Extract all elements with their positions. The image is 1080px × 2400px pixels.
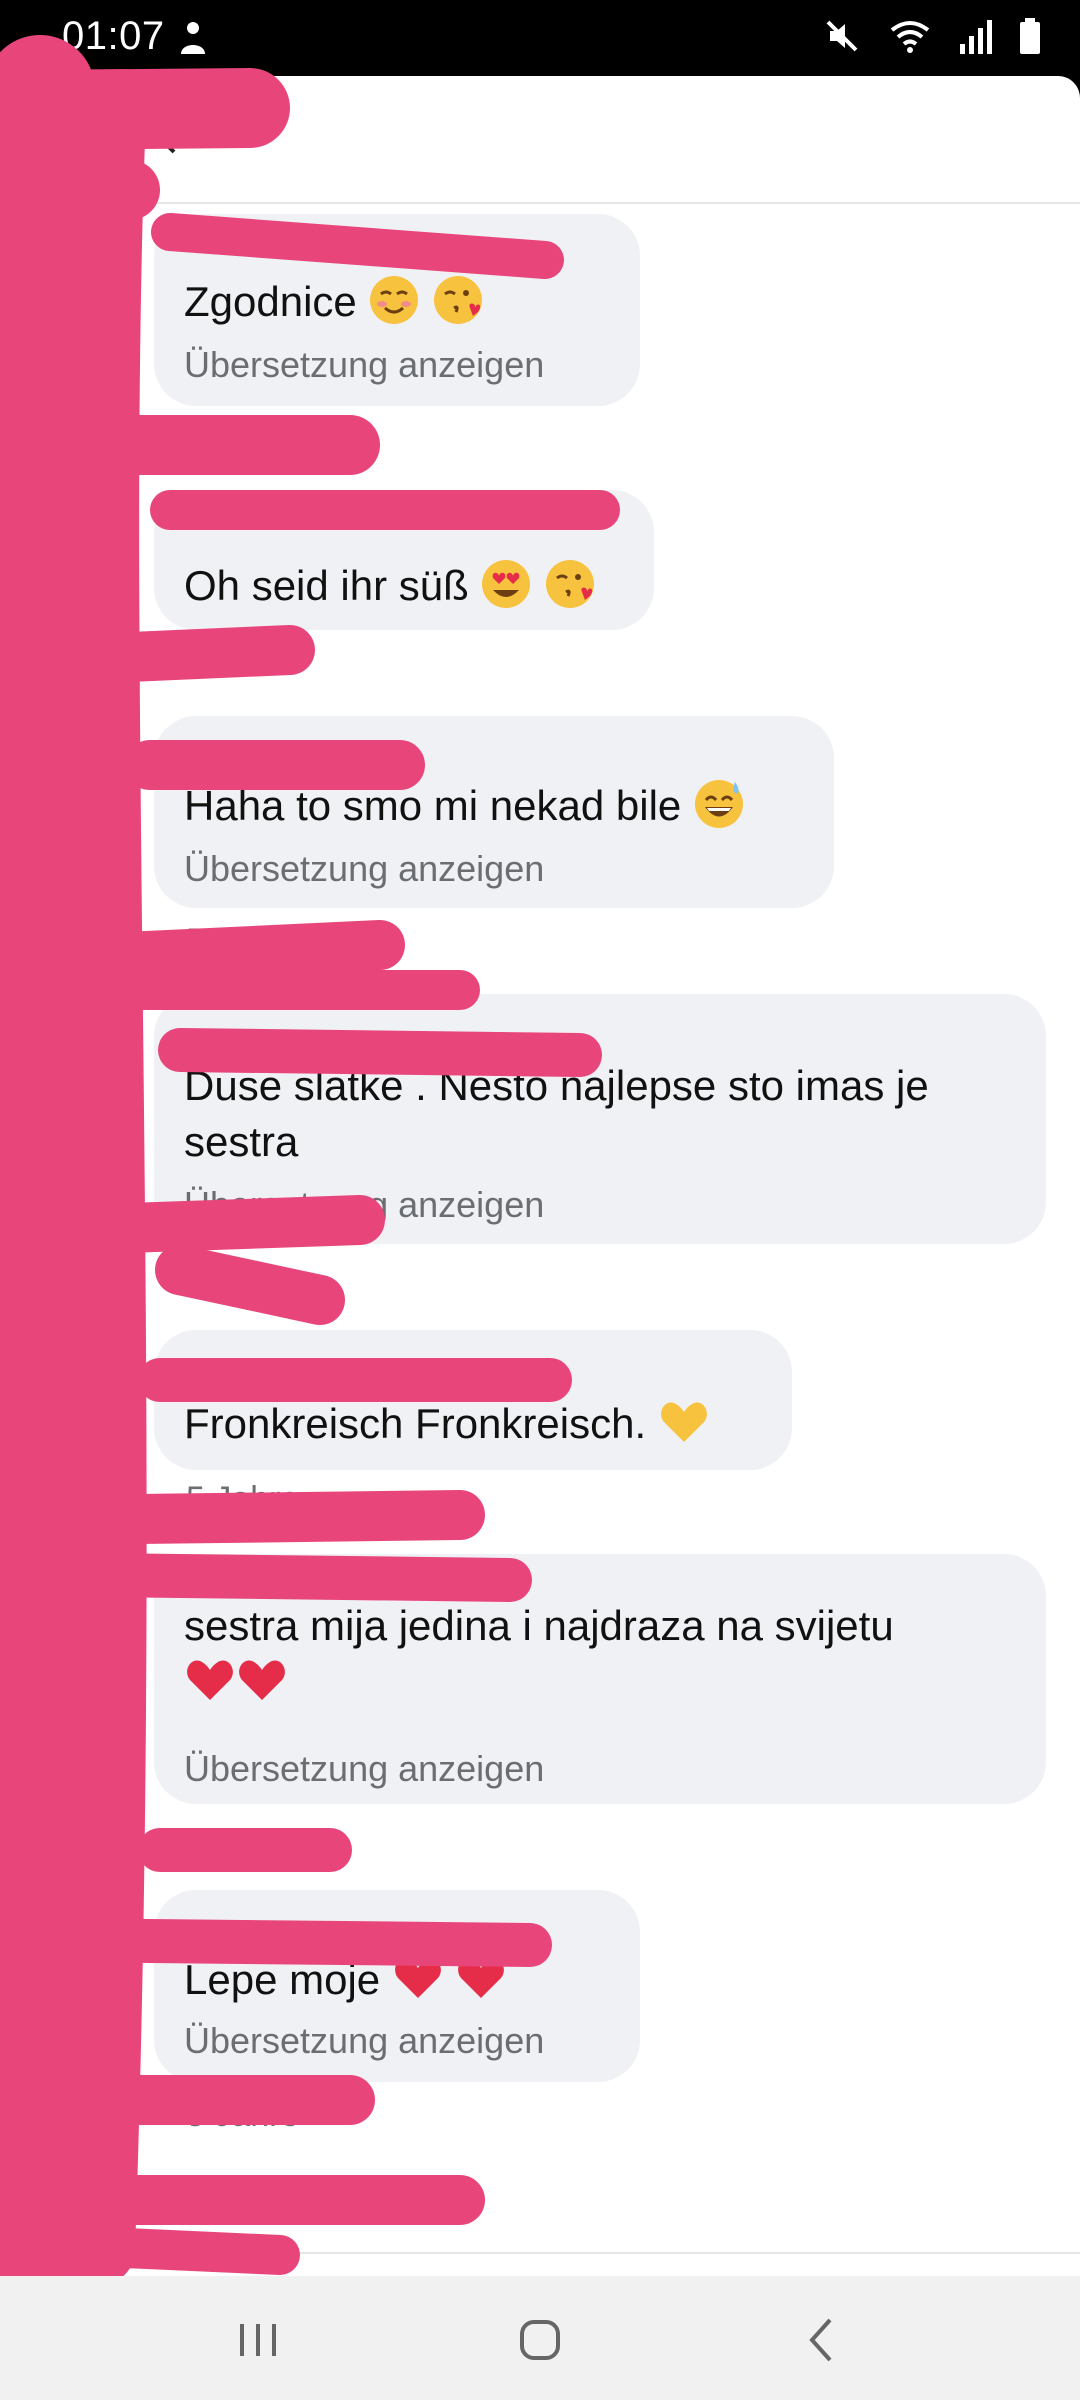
avatar[interactable] [28,230,124,326]
battery-icon [1020,18,1040,54]
avatar[interactable] [28,726,124,822]
comment-text: Oh seid ihr süß [184,562,469,609]
smiling-blush-emoji [370,276,419,324]
comments-sheet: Zgodnice Übersetzung anzeigen 5 Jahre Oh… [0,76,1080,2276]
avatar[interactable] [28,1340,124,1436]
comment-bubble: Duse slatke . Nesto najlepse sto imas je… [154,994,1046,1244]
avatar[interactable] [28,500,124,596]
red-heart-emoji [394,1958,441,1998]
comment-text-row: sestra mija jedina i najdraza na svijetu [184,1598,1014,1710]
comment-text-row: Zgodnice [184,274,484,330]
comment-text-row: Oh seid ihr süß [184,558,596,614]
comment-text: sestra mija jedina i najdraza na svijetu [184,1602,894,1649]
comment-bubble: Zgodnice Übersetzung anzeigen [154,214,640,406]
comment-text-row: Lepe moje [184,1952,507,2008]
chevron-left-icon[interactable] [148,116,188,156]
signal-icon [960,20,992,54]
comment-text-row: Fronkreisch Fronkreisch. [184,1396,710,1452]
show-translation-link[interactable]: Übersetzung anzeigen [184,344,544,386]
comment-timestamp: 5 Jahre [186,420,300,458]
comment-composer-edge [0,2252,1080,2276]
comment-timestamp: 5 Jahre [186,922,300,960]
comment-bubble: Lepe moje Übersetzung anzeigen [154,1890,640,2082]
comment-text: Haha to smo mi nekad bile [184,782,682,829]
comment-text: Fronkreisch Fronkreisch. [184,1400,647,1447]
show-translation-link[interactable]: Übersetzung anzeigen [184,848,544,890]
comment-bubble: sestra mija jedina i najdraza na svijetu… [154,1554,1046,1804]
grinning-sweat-emoji [694,780,743,828]
avatar[interactable] [28,1900,124,1996]
comment-text: Duse slatke . Nesto najlepse sto imas je… [184,1062,929,1165]
heart-eyes-emoji [482,560,531,608]
red-heart-emoji [458,1958,505,1998]
avatar[interactable] [28,1010,124,1106]
comment-timestamp: 5 Jahre [186,1480,300,1518]
sheet-header [0,76,1080,204]
yellow-heart-emoji [660,1402,707,1442]
home-icon[interactable] [510,2310,570,2370]
show-translation-link[interactable]: Übersetzung anzeigen [184,1184,544,1226]
avatar[interactable] [28,1566,124,1662]
red-heart-emoji [187,1660,233,1700]
back-icon[interactable] [792,2310,852,2370]
status-time: 01:07 [62,14,165,58]
comment-text: Zgodnice [184,278,357,325]
show-translation-link[interactable]: Übersetzung anzeigen [184,2020,544,2062]
comment-bubble: Fronkreisch Fronkreisch. [154,1330,792,1470]
status-icons [822,16,1042,56]
kissing-heart-emoji [546,560,595,608]
comment-text: Lepe moje [184,1956,381,2003]
comment-bubble: Oh seid ihr süß [154,490,654,630]
red-heart-emoji [239,1660,285,1700]
show-translation-link[interactable]: Übersetzung anzeigen [184,1748,544,1790]
mute-icon [826,20,858,52]
status-bar: 01:07 [0,0,1080,76]
comment-bubble: Haha to smo mi nekad bile Übersetzung an… [154,716,834,908]
kissing-heart-emoji [434,276,483,324]
wifi-icon [890,21,930,53]
comment-timestamp: 5 Jahre [186,2096,300,2134]
recent-apps-icon[interactable] [228,2310,288,2370]
comment-text-row: Haha to smo mi nekad bile [184,778,745,834]
person-icon [181,22,205,54]
navigation-bar [0,2276,1080,2400]
